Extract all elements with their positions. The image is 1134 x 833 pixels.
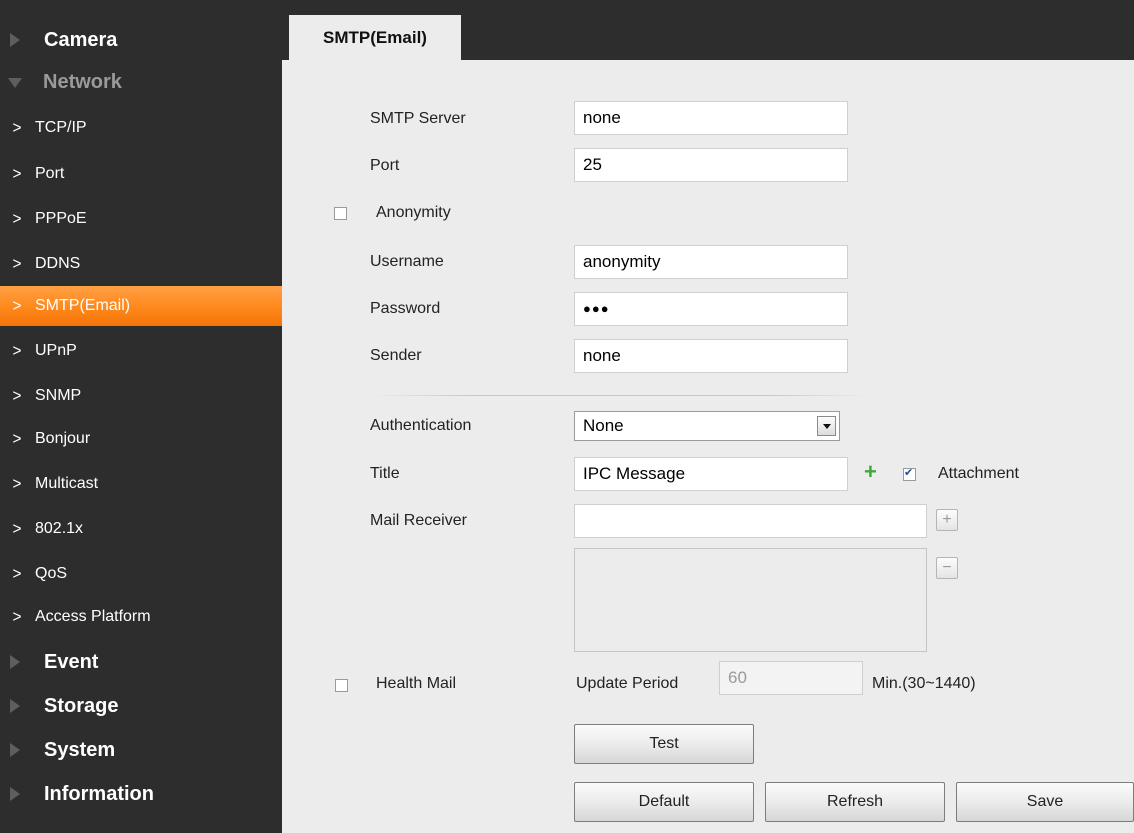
default-button[interactable]: Default [574, 782, 754, 822]
authentication-select[interactable]: None [574, 411, 840, 441]
chevron-right-icon: > [12, 341, 22, 360]
triangle-right-icon [10, 33, 20, 47]
chevron-right-icon: > [12, 564, 22, 583]
sender-input[interactable]: none [574, 339, 848, 373]
sidebar-item-access-platform[interactable]: > Access Platform [0, 597, 282, 637]
chevron-right-icon: > [12, 607, 22, 626]
sidebar-category-storage[interactable]: Storage [0, 686, 282, 726]
authentication-value: None [583, 416, 624, 435]
save-button[interactable]: Save [956, 782, 1134, 822]
password-label: Password [370, 300, 441, 317]
port-input[interactable]: 25 [574, 148, 848, 182]
add-title-icon[interactable]: + [864, 461, 877, 483]
chevron-right-icon: > [12, 429, 22, 448]
title-label: Title [370, 465, 400, 482]
sidebar-category-label: Storage [44, 694, 119, 717]
update-period-input[interactable]: 60 [719, 661, 863, 695]
chevron-right-icon: > [12, 386, 22, 405]
chevron-right-icon: > [12, 164, 22, 183]
sidebar-item-port[interactable]: > Port [0, 154, 282, 194]
update-period-label: Update Period [576, 675, 679, 692]
mail-receiver-label: Mail Receiver [370, 512, 467, 529]
sidebar-item-pppoe[interactable]: > PPPoE [0, 199, 282, 239]
section-divider [370, 395, 870, 396]
chevron-right-icon: > [12, 118, 22, 137]
sidebar-item-tcpip[interactable]: > TCP/IP [0, 108, 282, 148]
anonymity-checkbox[interactable] [334, 207, 347, 220]
sidebar-item-smtp-email[interactable]: > SMTP(Email) [0, 286, 282, 326]
sidebar-item-label: DDNS [35, 255, 81, 272]
sidebar: Camera Network > TCP/IP > Port > PPPoE >… [0, 0, 282, 833]
sidebar-item-ddns[interactable]: > DDNS [0, 244, 282, 284]
attachment-checkbox[interactable] [903, 466, 916, 481]
sidebar-item-label: SNMP [35, 387, 82, 404]
tab-smtp-email[interactable]: SMTP(Email) [289, 15, 461, 60]
sender-label: Sender [370, 347, 422, 364]
triangle-right-icon [10, 655, 20, 669]
attachment-label: Attachment [938, 465, 1019, 482]
triangle-right-icon [10, 787, 20, 801]
smtp-server-label: SMTP Server [370, 110, 466, 127]
authentication-label: Authentication [370, 417, 472, 434]
sidebar-item-label: UPnP [35, 342, 77, 359]
sidebar-category-information[interactable]: Information [0, 774, 282, 814]
sidebar-item-label: 802.1x [35, 520, 84, 537]
sidebar-item-bonjour[interactable]: > Bonjour [0, 419, 282, 459]
mail-receiver-input[interactable] [574, 504, 927, 538]
triangle-down-icon [8, 78, 22, 88]
sidebar-item-label: Bonjour [35, 430, 91, 447]
username-label: Username [370, 253, 444, 270]
sidebar-category-label: System [44, 738, 116, 761]
sidebar-item-label: TCP/IP [35, 119, 87, 136]
sidebar-category-label: Event [44, 650, 99, 673]
sidebar-item-upnp[interactable]: > UPnP [0, 331, 282, 371]
chevron-right-icon: > [12, 519, 22, 538]
sidebar-item-label: Multicast [35, 475, 99, 492]
sidebar-item-802-1x[interactable]: > 802.1x [0, 509, 282, 549]
sidebar-item-label: Port [35, 165, 65, 182]
chevron-right-icon: > [12, 474, 22, 493]
test-button[interactable]: Test [574, 724, 754, 764]
sidebar-category-label: Information [44, 782, 154, 805]
add-receiver-button[interactable]: + [936, 509, 958, 531]
sidebar-item-label: Access Platform [35, 608, 151, 625]
sidebar-item-multicast[interactable]: > Multicast [0, 464, 282, 504]
health-mail-checkbox[interactable] [335, 679, 348, 692]
sidebar-item-snmp[interactable]: > SNMP [0, 376, 282, 416]
sidebar-item-qos[interactable]: > QoS [0, 554, 282, 594]
sidebar-category-label: Network [43, 70, 122, 93]
chevron-right-icon: > [12, 209, 22, 228]
update-period-unit: Min.(30~1440) [872, 675, 976, 692]
dropdown-arrow-icon[interactable] [817, 416, 836, 436]
sidebar-category-network[interactable]: Network [0, 62, 282, 102]
port-label: Port [370, 157, 400, 174]
sidebar-category-system[interactable]: System [0, 730, 282, 770]
username-input[interactable]: anonymity [574, 245, 848, 279]
password-input[interactable]: ●●● [574, 292, 848, 326]
chevron-right-icon: > [12, 296, 22, 315]
refresh-button[interactable]: Refresh [765, 782, 945, 822]
chevron-right-icon: > [12, 254, 22, 273]
mail-receiver-list[interactable] [574, 548, 927, 652]
sidebar-category-camera[interactable]: Camera [0, 20, 282, 60]
health-mail-label: Health Mail [376, 675, 457, 692]
sidebar-category-event[interactable]: Event [0, 642, 282, 682]
sidebar-item-label: SMTP(Email) [35, 297, 131, 314]
sidebar-item-label: PPPoE [35, 210, 87, 227]
anonymity-label: Anonymity [376, 204, 451, 221]
sidebar-category-label: Camera [44, 28, 118, 51]
smtp-server-input[interactable]: none [574, 101, 848, 135]
triangle-right-icon [10, 699, 20, 713]
title-input[interactable]: IPC Message [574, 457, 848, 491]
triangle-right-icon [10, 743, 20, 757]
remove-receiver-button[interactable]: − [936, 557, 958, 579]
sidebar-item-label: QoS [35, 565, 68, 582]
